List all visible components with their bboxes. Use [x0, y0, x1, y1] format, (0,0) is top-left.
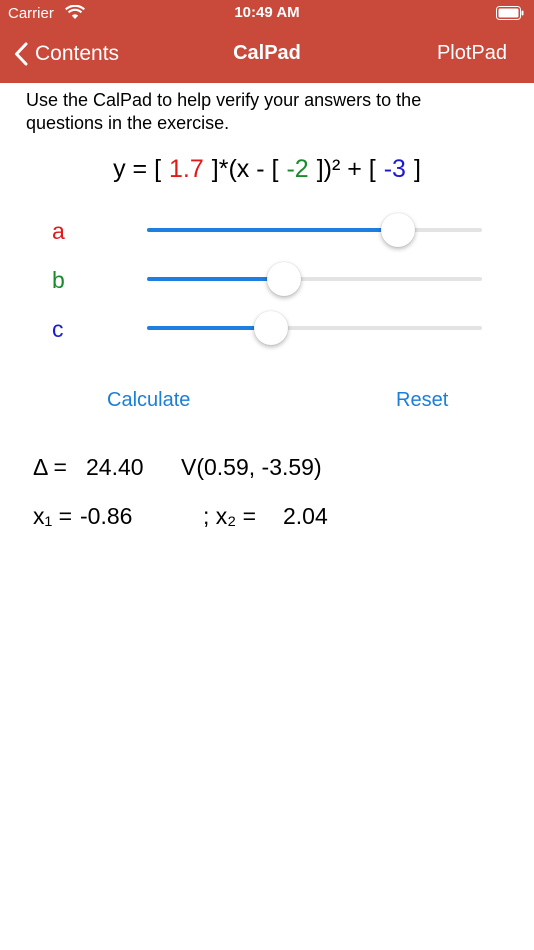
x1-label: x₁ = — [33, 503, 73, 529]
vertex-close: ) — [313, 454, 322, 480]
slider-row-b: b — [0, 259, 534, 299]
status-bar: Carrier 10:49 AM — [0, 0, 534, 28]
navigation-bar: Contents CalPad PlotPad — [0, 30, 534, 80]
delta-label: Δ = — [33, 454, 67, 480]
slider-label-b: b — [52, 267, 65, 293]
slider-a-thumb[interactable] — [381, 213, 416, 247]
slider-row-c: c — [0, 308, 534, 348]
vertex-y-value: -3.59 — [261, 454, 314, 480]
status-time: 10:49 AM — [234, 4, 300, 21]
intro-text: Use the CalPad to help verify your answe… — [26, 90, 422, 133]
vertex-readout: V(0.59, -3.59) — [181, 454, 322, 481]
slider-c-fill — [147, 326, 271, 330]
equation-prefix: y = [ — [113, 155, 162, 183]
equation-mid2: ])² + [ — [316, 155, 376, 183]
equation-mid1: ]*(x - [ — [211, 155, 279, 183]
x2-value: 2.04 — [283, 503, 328, 529]
equation-display: y = [1.7]*(x - [-2])² + [-3] — [0, 155, 534, 184]
slider-c-thumb[interactable] — [253, 311, 288, 345]
x1-value: -0.86 — [80, 503, 133, 529]
reset-button[interactable]: Reset — [396, 389, 448, 412]
delta-value: 24.40 — [86, 454, 144, 480]
slider-a[interactable] — [147, 213, 482, 247]
slider-b-fill — [147, 277, 285, 281]
slider-label-c: c — [52, 316, 64, 342]
x2-label: ; x₂ = — [203, 503, 257, 529]
slider-a-fill — [147, 228, 399, 232]
equation-suffix: ] — [413, 155, 421, 183]
nav-header: Carrier 10:49 AM Contents CalPad PlotPad — [0, 0, 534, 83]
calculate-button[interactable]: Calculate — [107, 389, 190, 412]
equation-a-value: 1.7 — [169, 155, 204, 183]
slider-b[interactable] — [147, 262, 482, 296]
slider-row-a: a — [0, 210, 534, 250]
vertex-separator: , — [248, 454, 256, 480]
slider-b-thumb[interactable] — [267, 262, 302, 296]
vertex-open: V( — [181, 454, 204, 480]
equation-b-value: -2 — [286, 155, 309, 183]
vertex-x-value: 0.59 — [204, 454, 249, 480]
equation-c-value: -3 — [383, 155, 406, 183]
slider-label-a: a — [52, 218, 65, 244]
slider-c[interactable] — [147, 311, 482, 345]
plotpad-button[interactable]: PlotPad — [437, 42, 507, 65]
battery-icon — [496, 6, 524, 20]
